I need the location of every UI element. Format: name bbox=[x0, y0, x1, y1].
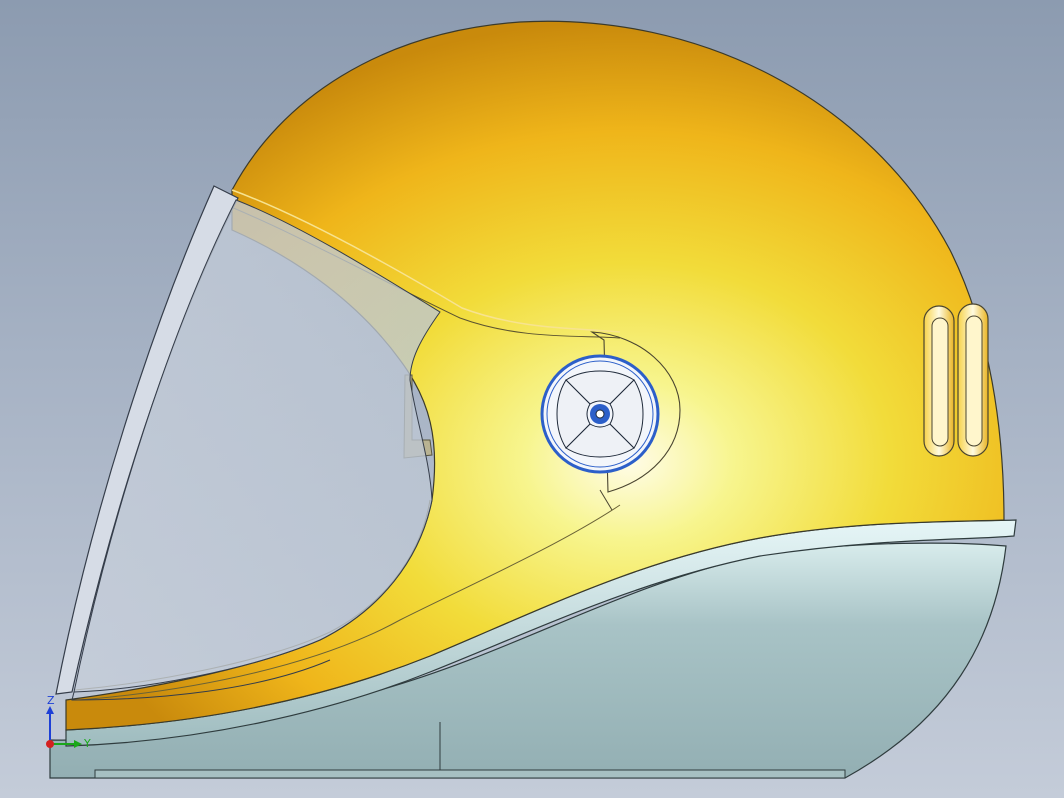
z-axis-label: Z bbox=[47, 694, 55, 707]
bottom-rim bbox=[94, 769, 846, 779]
graphics-viewport[interactable]: Z Y bbox=[0, 0, 1064, 798]
visor-pivot[interactable] bbox=[540, 354, 660, 474]
coordinate-triad: Z Y bbox=[46, 694, 91, 750]
y-axis-label: Y bbox=[83, 737, 91, 750]
helmet-model[interactable] bbox=[0, 0, 1064, 798]
